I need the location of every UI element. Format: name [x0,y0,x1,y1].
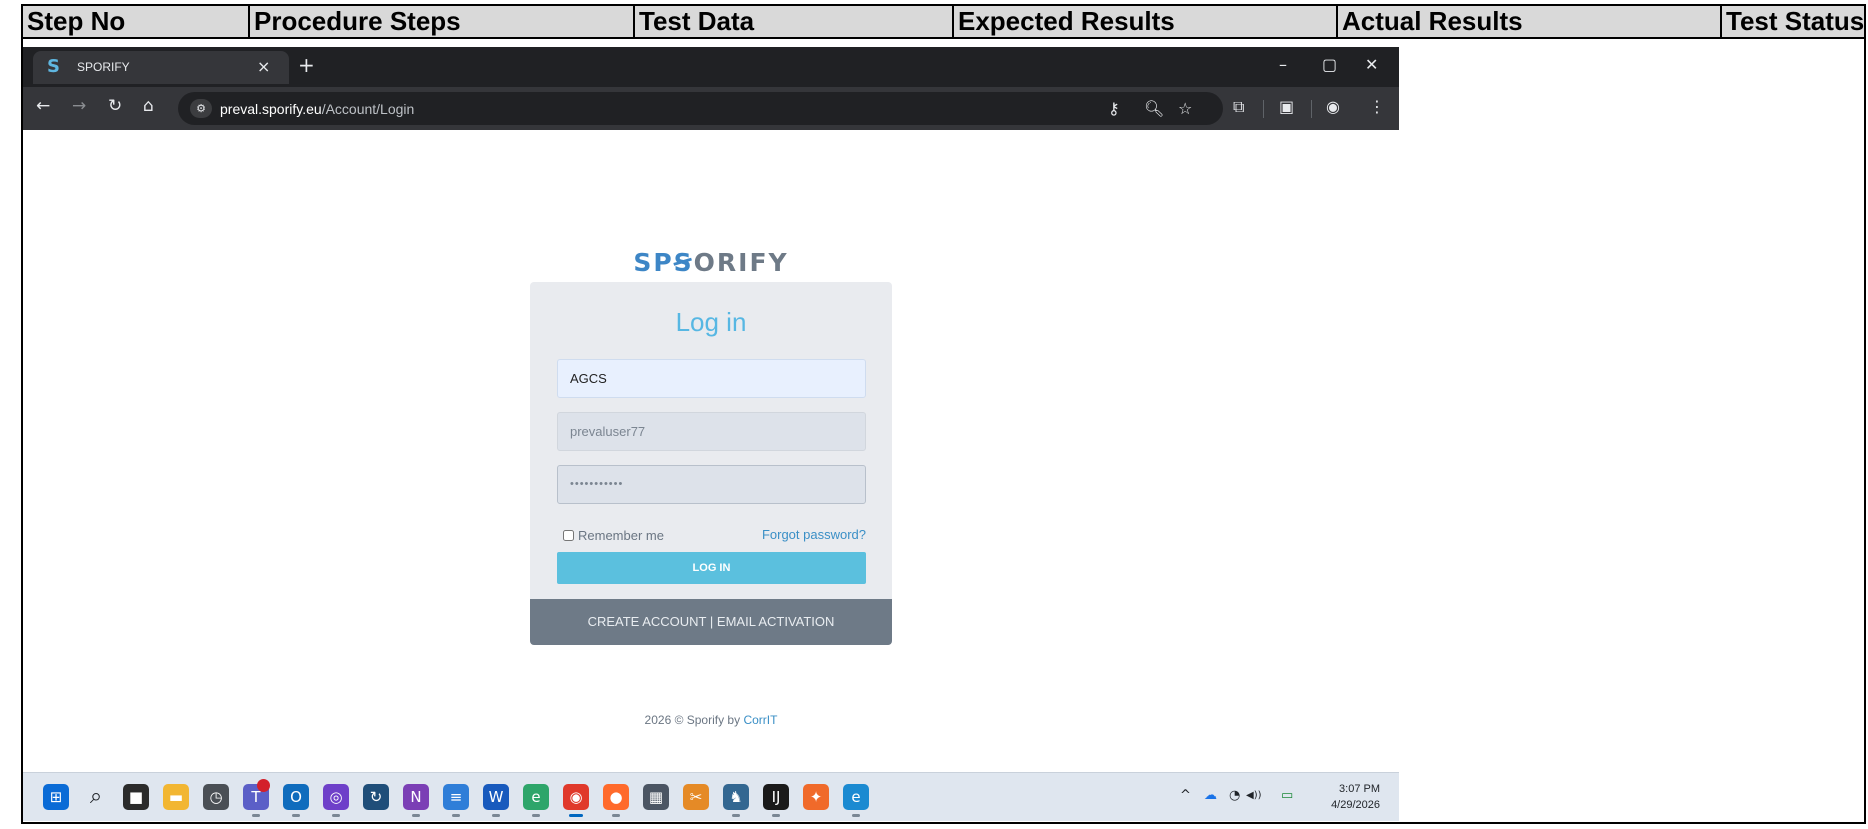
compass-app-icon[interactable]: ✦ [803,784,829,810]
copyright-prefix: 2026 © Sporify by [644,713,744,727]
snipping-tool-icon[interactable]: ✂ [683,784,709,810]
sporify-favicon-icon: S [47,56,60,77]
login-title: Log in [675,307,747,337]
corrit-link[interactable]: CorrIT [743,713,777,727]
clock-app-icon[interactable]: ◷ [203,784,229,810]
battery-icon[interactable]: ▭ [1281,788,1293,803]
header-procedure-steps: Procedure Steps [248,4,635,39]
header-test-data: Test Data [633,4,954,39]
reload-icon[interactable]: ↻ [108,96,122,116]
header-test-status: Test Status [1720,4,1866,39]
sporify-logo: SPꞨORIFY [23,248,1399,277]
url-text[interactable]: preval.sporify.eu/Account/Login [220,101,414,117]
windows-taskbar: ⊞ ⌕ ■ ▬ ◷ T O ◎ ↻ N ≡ We ◉ ● ▦ ✂ ♞ IJ ✦ e ^ ☁ ◔ ◀)) ▭ 3:07 … [23,772,1399,821]
browser-toolbar: ← → ↻ ⌂ ⚙ preval.sporify.eu/Account/Logi… [23,87,1399,130]
home-icon[interactable]: ⌂ [143,96,154,116]
search-icon[interactable]: ⌕ [83,784,109,810]
tab-close-icon[interactable]: × [257,57,270,76]
bookmark-star-icon[interactable]: ☆ [1178,99,1192,118]
notepad-icon[interactable]: ≡ [443,784,469,817]
password-key-icon[interactable]: ⚷ [1108,99,1120,118]
email-activation-link[interactable]: EMAIL ACTIVATION [717,614,835,629]
zoom-icon[interactable]: 🔍︎ [1144,99,1164,118]
reading-mode-icon[interactable]: ▣ [1279,97,1294,116]
remember-me-label: Remember me [578,528,664,543]
file-explorer-icon[interactable]: ▬ [163,784,189,810]
new-tab-icon[interactable]: + [298,53,315,77]
calculator-icon[interactable]: ▦ [643,784,669,810]
github-icon[interactable]: ◎ [323,784,349,817]
clock-date: 4/29/2026 [1331,799,1380,811]
site-info-icon[interactable]: ⚙ [190,99,212,118]
onedrive-icon[interactable]: ☁ [1204,788,1217,803]
copyright-text: 2026 © Sporify by CorrIT [23,713,1399,727]
edge-dev-icon[interactable]: e [523,784,549,817]
create-account-link[interactable]: CREATE ACCOUNT [588,614,707,629]
taskbar-clock[interactable]: 3:07 PM 4/29/2026 [1320,781,1380,813]
postgres-icon[interactable]: ♞ [723,784,749,817]
teams-icon[interactable]: T [243,779,270,817]
forgot-password-link[interactable]: Forgot password? [762,527,866,542]
word-icon[interactable]: W [483,784,509,817]
address-bar[interactable]: ⚙ preval.sporify.eu/Account/Login ⚷ 🔍︎ ☆ [178,92,1223,125]
wifi-icon[interactable]: ◔ [1229,788,1240,803]
task-view-icon[interactable]: ■ [123,784,149,810]
extensions-icon[interactable]: ⧉ [1233,97,1244,117]
firefox-icon[interactable]: ● [603,784,629,817]
embedded-screenshot: S SPORIFY × + – ▢ ✕ ← → ↻ ⌂ ⚙ preval.spo… [23,47,1399,821]
logo-part-rify: ORIFY [693,248,789,277]
username-field[interactable]: prevaluser77 [557,412,866,451]
card-footer: CREATE ACCOUNT | EMAIL ACTIVATION [530,599,892,645]
password-field[interactable]: ••••••••••• [557,465,866,504]
organization-field[interactable]: AGCS [557,359,866,398]
remember-me-checkbox[interactable] [563,530,574,541]
logo-part-o: Ꞩ [673,248,694,277]
logo-part-sp: SP [633,248,674,277]
volume-icon[interactable]: ◀)) [1246,790,1262,801]
footer-separator: | [709,614,714,629]
login-page: SPꞨORIFY Log in AGCS prevaluser77 ••••••… [23,130,1399,770]
toolbar-divider [1311,100,1312,118]
start-icon[interactable]: ⊞ [43,784,69,810]
restore-icon[interactable]: ▢ [1322,55,1337,74]
close-window-icon[interactable]: ✕ [1365,55,1378,74]
header-expected-results: Expected Results [952,4,1338,39]
header-row: Step No Procedure Steps Test Data Expect… [21,4,1866,39]
back-icon[interactable]: ← [36,96,50,116]
intellij-icon[interactable]: IJ [763,784,789,817]
edge-icon[interactable]: e [843,784,869,817]
browser-titlebar: S SPORIFY × + – ▢ ✕ [23,47,1399,87]
header-step-no: Step No [21,4,250,39]
minimize-icon[interactable]: – [1279,55,1287,74]
chrome-icon[interactable]: ◉ [563,784,589,817]
forward-icon[interactable]: → [72,96,86,116]
chrome-menu-icon[interactable]: ⋮ [1369,97,1385,116]
toolbar-divider [1263,100,1264,118]
login-button[interactable]: LOG IN [557,552,866,584]
onenote-icon[interactable]: N [403,784,429,817]
login-card: Log in AGCS prevaluser77 ••••••••••• Rem… [530,282,892,645]
sync-app-icon[interactable]: ↻ [363,784,389,810]
tab-title: SPORIFY [77,60,130,74]
outlook-icon[interactable]: O [283,784,309,817]
notification-badge [257,779,270,792]
url-path: /Account/Login [321,101,415,117]
remember-me[interactable]: Remember me [563,528,664,543]
tray-chevron-icon[interactable]: ^ [1180,788,1191,803]
clock-time: 3:07 PM [1339,783,1380,795]
profile-icon[interactable]: ◉ [1326,97,1340,116]
browser-tab[interactable]: S SPORIFY × [33,51,289,84]
url-host: preval.sporify.eu [220,101,322,117]
header-actual-results: Actual Results [1336,4,1722,39]
